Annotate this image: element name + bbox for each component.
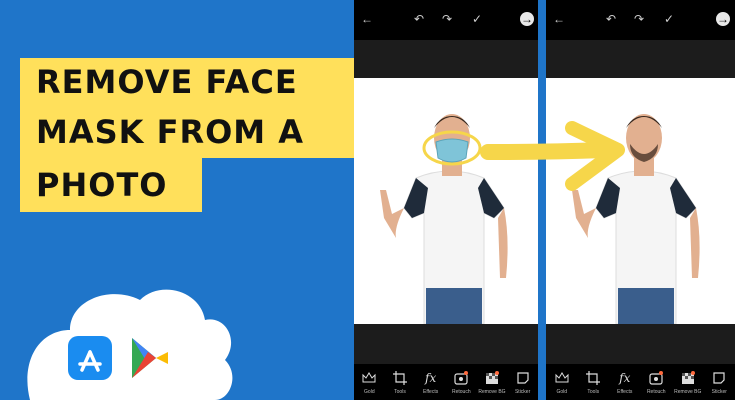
tool-label: Effects [617,389,633,395]
tool-label: Sticker [711,389,727,395]
tool-label: Sticker [514,389,531,395]
retouch-icon [648,370,664,386]
tool-retouch[interactable]: Retouch [641,370,671,395]
canvas-margin-bottom [354,324,538,364]
canvas-margin-top [354,40,538,78]
back-arrow-icon[interactable]: ← [552,12,566,26]
tool-label: Retouch [646,389,666,395]
remove-bg-icon [484,370,500,386]
tool-label: Remove BG [674,389,702,395]
tool-gold[interactable]: Gold [547,370,577,395]
google-play-icon[interactable] [132,338,168,378]
editor-toolbar: Gold Tools fx Effects Retouch Remove BG … [546,364,735,400]
undo-icon[interactable]: ↶ [412,12,426,26]
sticker-icon [711,370,727,386]
back-arrow-icon[interactable]: ← [360,12,374,26]
tool-label: Gold [364,389,375,395]
editor-phone-after: ← ↶ ↷ ✓ → Gold Tools fx Effects Retouch … [546,0,735,400]
person-with-mask-image [380,114,508,324]
editor-topbar: ← ↶ ↷ ✓ → [546,0,735,40]
tool-remove-bg[interactable]: Remove BG [477,370,507,395]
editor-toolbar: Gold Tools fx Effects Retouch Remove BG … [354,364,538,400]
photo-canvas[interactable] [546,78,735,324]
next-arrow-icon[interactable]: → [520,12,534,26]
person-without-mask-image [572,114,700,324]
tool-sticker[interactable]: Sticker [704,370,734,395]
tool-remove-bg[interactable]: Remove BG [673,370,703,395]
editor-topbar: ← ↶ ↷ ✓ → [354,0,538,40]
checkmark-icon[interactable]: ✓ [662,12,676,26]
editor-phone-before: ← ↶ ↷ ✓ → Gold Tools fx Effects Retouch … [354,0,538,400]
fx-icon: fx [619,371,631,385]
tool-label: Tools [587,389,600,395]
crown-icon [361,370,377,386]
tool-label: Retouch [451,389,471,395]
crop-icon [585,370,601,386]
checkmark-icon[interactable]: ✓ [470,12,484,26]
photo-canvas[interactable] [354,78,538,324]
crop-icon [392,370,408,386]
tool-label: Tools [394,389,406,395]
phone-divider [538,0,546,400]
tool-effects[interactable]: fx Effects [416,370,446,395]
redo-icon[interactable]: ↷ [632,12,646,26]
app-store-icon[interactable] [68,336,112,380]
canvas-margin-bottom [546,324,735,364]
sticker-icon [515,370,531,386]
tool-gold[interactable]: Gold [354,370,384,395]
tool-label: Effects [423,389,439,395]
crown-icon [554,370,570,386]
tool-label: Remove BG [478,389,506,395]
tool-sticker[interactable]: Sticker [508,370,538,395]
next-arrow-icon[interactable]: → [716,12,730,26]
tool-label: Gold [556,389,568,395]
tool-effects[interactable]: fx Effects [610,370,640,395]
canvas-margin-top [546,40,735,78]
redo-icon[interactable]: ↷ [440,12,454,26]
tool-tools[interactable]: Tools [385,370,415,395]
remove-bg-icon [680,370,696,386]
fx-icon: fx [425,371,437,385]
tool-tools[interactable]: Tools [578,370,608,395]
undo-icon[interactable]: ↶ [604,12,618,26]
tool-retouch[interactable]: Retouch [446,370,476,395]
retouch-icon [453,370,469,386]
